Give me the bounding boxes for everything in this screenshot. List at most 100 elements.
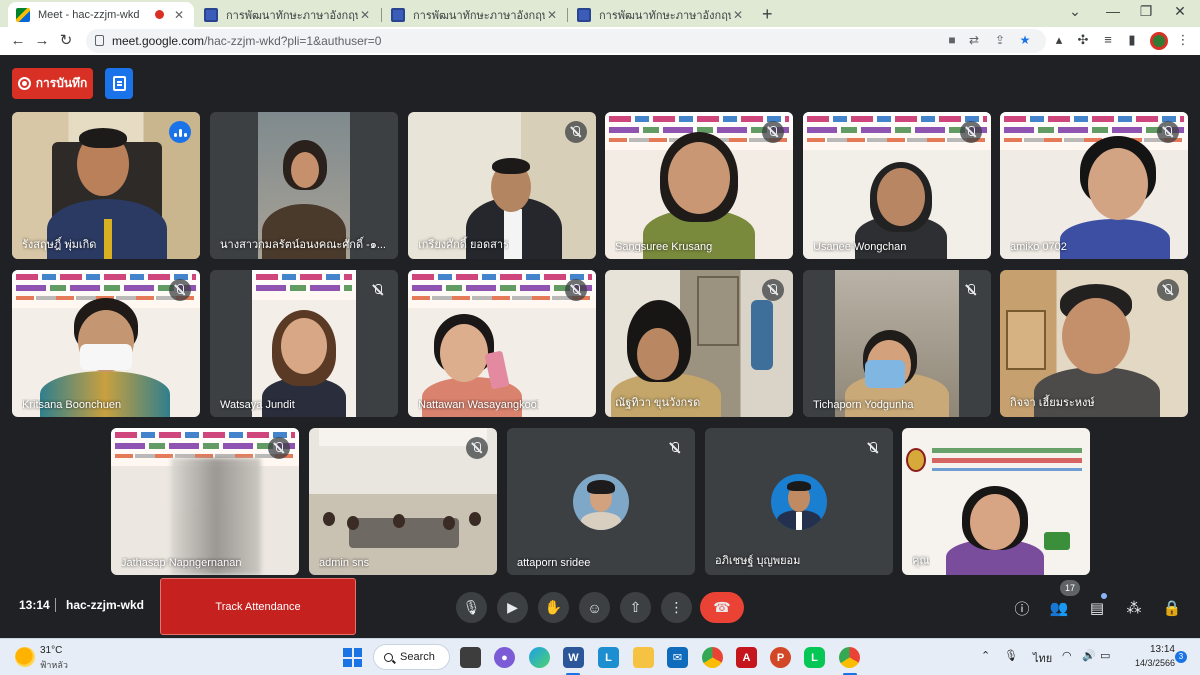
attendance-sheet-button[interactable] [105,68,133,99]
new-tab-button[interactable]: + [762,4,773,25]
participant-tile[interactable]: admin sns [309,428,497,575]
media-control-icon[interactable]: ≡ [1099,32,1117,47]
taskbar-search[interactable]: Search [373,644,450,670]
share-icon[interactable]: ⇪ [992,33,1008,47]
edge-icon[interactable] [529,647,550,668]
more-options-button[interactable]: ⋮ [661,592,692,623]
meeting-details-button[interactable]: ⓘ [1010,596,1034,620]
back-icon[interactable]: ← [8,31,28,51]
people-icon: 👥 [1049,600,1069,617]
close-window-icon[interactable]: ✕ [1165,3,1195,20]
hand-icon: ✋ [544,599,563,615]
tab-search-icon[interactable]: ⌄ [1060,3,1090,20]
tab-close-icon[interactable]: ✕ [172,8,186,22]
search-label: Search [400,651,435,663]
participant-tile[interactable]: Nattawan Wasayangkool [408,270,596,417]
tab-close-icon[interactable]: ✕ [545,8,559,22]
start-button-icon[interactable] [343,648,362,667]
recording-button[interactable]: การบันทึก [12,68,93,99]
participant-tile[interactable]: attaporn sridee [507,428,695,575]
weather-sun-icon[interactable] [15,647,35,667]
powerpoint-icon[interactable]: P [770,647,791,668]
weather-description[interactable]: ฟ้าหลัว [40,658,68,672]
participant-tile[interactable]: กิจจา เฮี้ยมระหงษ์ [1000,270,1188,417]
activities-button[interactable]: ⁂ [1122,596,1146,620]
notification-badge[interactable]: 3 [1175,651,1187,663]
participant-tile[interactable]: ณัฐทิวา ขุนวังกรด [605,270,793,417]
bookmark-star-icon[interactable]: ★ [1017,33,1033,47]
present-screen-button[interactable]: ⇧ [620,592,651,623]
participant-tile[interactable]: Watsaya Jundit [210,270,398,417]
participant-tile[interactable]: amiko 0702 [1000,112,1188,259]
forward-icon[interactable]: → [32,31,52,51]
camera-in-use-icon[interactable]: ■ [944,33,960,47]
raise-hand-button[interactable]: ✋ [538,592,569,623]
participant-tile[interactable]: รังสฤษฎิ์ พุ่มเกิด [12,112,200,259]
teams-chat-icon[interactable]: ● [494,647,515,668]
wifi-icon[interactable]: ◠ [1062,649,1072,662]
restore-icon[interactable]: ❐ [1131,3,1161,20]
host-controls-button[interactable]: 🔒 [1160,596,1184,620]
screen: Meet - hac-zzjm-wkd ✕ การพัฒนาทักษะภาษาอ… [0,0,1200,675]
lock-person-icon: 🔒 [1162,600,1182,617]
input-language[interactable]: ไทย [1033,649,1052,667]
tab-english-3[interactable]: การพัฒนาทักษะภาษาอังกฤษ English ✕ [569,2,753,27]
microphone-button[interactable]: 🎙 [456,592,487,623]
mail-icon[interactable]: ✉ [667,647,688,668]
participant-tile[interactable]: อภิเชษฐ์ บุญพยอม [705,428,893,575]
muted-mic-icon [960,279,982,301]
system-clock-date[interactable]: 14/3/2566 [1122,658,1175,668]
menu-kebab-icon[interactable]: ⋮ [1174,32,1192,48]
browser-tabstrip: Meet - hac-zzjm-wkd ✕ การพัฒนาทักษะภาษาอ… [0,0,1200,27]
extensions-puzzle-icon[interactable]: ✣ [1074,32,1092,48]
muted-mic-icon [169,279,191,301]
recording-label: การบันทึก [35,76,88,90]
tab-close-icon[interactable]: ✕ [731,8,745,22]
l-app-icon[interactable]: L [598,647,619,668]
battery-icon[interactable]: ▭ [1100,649,1110,662]
track-attendance-button[interactable]: Track Attendance [160,578,356,635]
volume-icon[interactable]: 🔊 [1082,649,1096,662]
minimize-icon[interactable]: — [1098,3,1128,19]
lock-icon [95,35,104,46]
tab-meet[interactable]: Meet - hac-zzjm-wkd ✕ [8,2,194,27]
chat-button[interactable]: ▤ [1085,596,1109,620]
extension-icon[interactable]: ▴ [1050,32,1068,48]
address-bar[interactable]: meet.google.com/hac-zzjm-wkd?pli=1&authu… [86,29,1046,53]
muted-mic-icon [762,279,784,301]
participant-tile[interactable]: นางสาวกมลรัตน์อนงคณะศักดิ์ -๑... [210,112,398,259]
participant-tile[interactable]: Sangsuree Krusang [605,112,793,259]
chrome-icon[interactable] [839,647,860,668]
tray-mic-icon[interactable]: 🎙 [1004,649,1018,662]
acrobat-icon[interactable]: A [736,647,757,668]
weather-temperature[interactable]: 31°C [40,645,62,656]
side-panel-icon[interactable]: ▮ [1123,32,1141,48]
participant-count-badge: 17 [1060,580,1080,596]
task-view-icon[interactable] [460,647,481,668]
line-icon[interactable]: L [804,647,825,668]
participant-tile[interactable]: เกรียงศักดิ์ ยอดสาร [408,112,596,259]
tab-separator [381,8,382,22]
tray-chevron-icon[interactable]: ⌃ [981,649,990,662]
participant-tile[interactable]: Tichaporn Yodgunha [803,270,991,417]
reactions-button[interactable]: ☺ [579,592,610,623]
leave-call-button[interactable]: ☎ [700,592,744,623]
tab-english-1[interactable]: การพัฒนาทักษะภาษาอังกฤษ English ✕ [196,2,380,27]
profile-avatar[interactable] [1150,32,1168,50]
unread-indicator [1101,593,1107,599]
reload-icon[interactable]: ↻ [56,31,76,51]
tab-close-icon[interactable]: ✕ [358,8,372,22]
system-clock-time[interactable]: 13:14 [1145,644,1175,655]
chat-icon: ▤ [1089,600,1105,617]
participant-tile-self[interactable]: คุณ [902,428,1090,575]
chrome-canary-icon[interactable] [702,647,723,668]
participants-button[interactable]: 👥 [1047,596,1071,620]
tab-english-2[interactable]: การพัฒนาทักษะภาษาอังกฤษ English ✕ [383,2,567,27]
camera-button[interactable]: ▶ [497,592,528,623]
participant-tile[interactable]: Jathasap Napngernanan [111,428,299,575]
translate-icon[interactable]: ⇄ [966,33,982,47]
file-explorer-icon[interactable] [633,647,654,668]
participant-tile[interactable]: Kritsana Boonchuen [12,270,200,417]
participant-tile[interactable]: Usanee Wongchan [803,112,991,259]
word-icon[interactable]: W [563,647,584,668]
